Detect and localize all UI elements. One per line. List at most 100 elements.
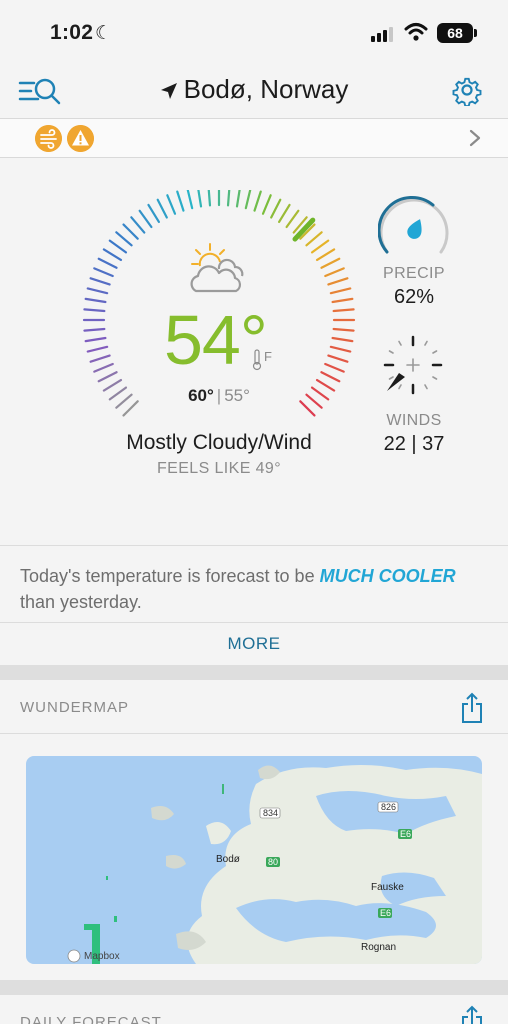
raindrop-icon [407, 219, 422, 239]
gauge-tick [197, 190, 203, 208]
more-button[interactable]: MORE [0, 623, 508, 665]
status-bar: 1:02 ☾ 68 [0, 0, 508, 62]
gauge-tick [305, 231, 323, 247]
gauge-tick [186, 190, 194, 210]
wind-direction-arrow [387, 373, 405, 391]
high-temp: 60° [188, 386, 214, 405]
gauge-tick [83, 327, 106, 332]
precip-dial [378, 195, 449, 254]
section-divider [0, 980, 508, 995]
map-label-e6-north: E6 [400, 829, 411, 839]
gauge-tick [176, 190, 185, 212]
gauge-tick [89, 354, 111, 363]
wundermap-map[interactable]: 834 826 80 E6 E6 Bodø Fauske Rognan Mapb… [26, 756, 482, 964]
gauge-tick [253, 190, 262, 212]
wundermap-header: WUNDERMAP [0, 680, 508, 734]
gauge-tick [331, 297, 354, 304]
gauge-tick [329, 287, 352, 295]
gauge-tick [310, 239, 330, 254]
map-label-80: 80 [268, 857, 278, 867]
gauge-tick [324, 362, 345, 373]
gauge-tick [277, 203, 291, 224]
wind-alert-icon[interactable] [35, 125, 62, 152]
map-label-834: 834 [263, 808, 278, 818]
gauge-tick [130, 216, 146, 234]
gauge-tick [332, 327, 355, 332]
gauge-tick [147, 203, 161, 224]
moon-icon: ☾ [95, 23, 113, 44]
gauge-tick [115, 231, 133, 247]
gauge-tick [84, 336, 107, 343]
gauge-tick [86, 345, 109, 353]
cellular-signal-icon [371, 27, 393, 42]
gauge-tick [207, 190, 212, 207]
gauge-tick [86, 287, 109, 295]
map-attribution: Mapbox [84, 951, 120, 962]
gauge-tick [122, 223, 139, 240]
gauge-tick [332, 308, 355, 313]
forecast-summary: Today's temperature is forecast to be MU… [0, 545, 508, 623]
gauge-tick [89, 277, 111, 286]
gauge-tick [97, 257, 118, 269]
share-icon[interactable] [460, 692, 484, 724]
gauge-tick [320, 257, 341, 269]
high-low-divider: | [216, 386, 222, 405]
high-low-temps: 60° | 55° [0, 386, 438, 406]
gauge-tick [156, 198, 168, 219]
status-time: 1:02 [50, 21, 94, 44]
gauge-tick [261, 194, 272, 215]
gauge-tick [84, 297, 107, 304]
gauge-tick [327, 277, 349, 286]
current-conditions-panel[interactable]: 54° F 60° | 55° Mostly Cloudy/Wind FEELS L… [0, 163, 508, 545]
winds-value: 22 | 37 [383, 433, 445, 455]
daily-forecast-title: DAILY FORECAST [20, 1014, 162, 1024]
gauge-tick [83, 308, 106, 313]
gauge-tick [93, 362, 114, 373]
map-label-bodo: Bodø [216, 854, 240, 865]
gauge-tick [244, 190, 252, 210]
temperature-unit: F [264, 349, 272, 364]
precip-value: 62% [393, 286, 435, 308]
map-label-826: 826 [381, 802, 396, 812]
gauge-tick [235, 190, 241, 208]
chevron-right-icon[interactable] [468, 128, 482, 148]
summary-prefix: Today's temperature is forecast to be [20, 566, 320, 586]
gauge-tick [93, 267, 114, 278]
gauge-tick [329, 345, 352, 353]
gauge-tick [320, 371, 341, 383]
share-icon[interactable] [460, 1005, 484, 1024]
map-label-fauske: Fauske [371, 882, 404, 893]
gauge-tick [285, 209, 300, 229]
section-divider [0, 665, 508, 680]
location-arrow-icon [160, 83, 177, 100]
gauge-tick [270, 198, 282, 219]
battery-tip [474, 29, 477, 37]
wundermap-title: WUNDERMAP [20, 699, 129, 716]
low-temp: 55° [224, 386, 250, 405]
feels-like-text: FEELS LIKE 49° [156, 460, 282, 477]
app-header: Bodø, Norway [0, 62, 508, 118]
summary-highlight: MUCH COOLER [319, 566, 456, 586]
gauge-tick [102, 248, 123, 262]
gauge-tick [324, 267, 345, 278]
location-name: Bodø, Norway [183, 74, 349, 104]
gauge-tick [108, 239, 128, 254]
gauge-tick [327, 354, 349, 363]
gauge-tick [226, 190, 231, 207]
map-label-e6-south: E6 [380, 908, 391, 918]
daily-forecast-header: DAILY FORECAST [0, 995, 508, 1024]
gear-icon[interactable] [451, 74, 483, 106]
wind-compass-icon [383, 335, 443, 395]
alerts-bar[interactable] [0, 118, 508, 158]
thermometer-icon [252, 349, 262, 371]
map-label-rognan: Rognan [361, 942, 396, 953]
gauge-tick [331, 336, 354, 343]
battery-indicator: 68 [437, 23, 473, 43]
wifi-icon [404, 23, 428, 41]
partly-cloudy-icon [190, 243, 244, 293]
location-title[interactable]: Bodø, Norway [0, 74, 508, 105]
precip-label: PRECIP [383, 265, 445, 282]
gauge-tick [138, 209, 153, 229]
winds-label: WINDS [386, 412, 442, 429]
warning-icon[interactable] [67, 125, 94, 152]
